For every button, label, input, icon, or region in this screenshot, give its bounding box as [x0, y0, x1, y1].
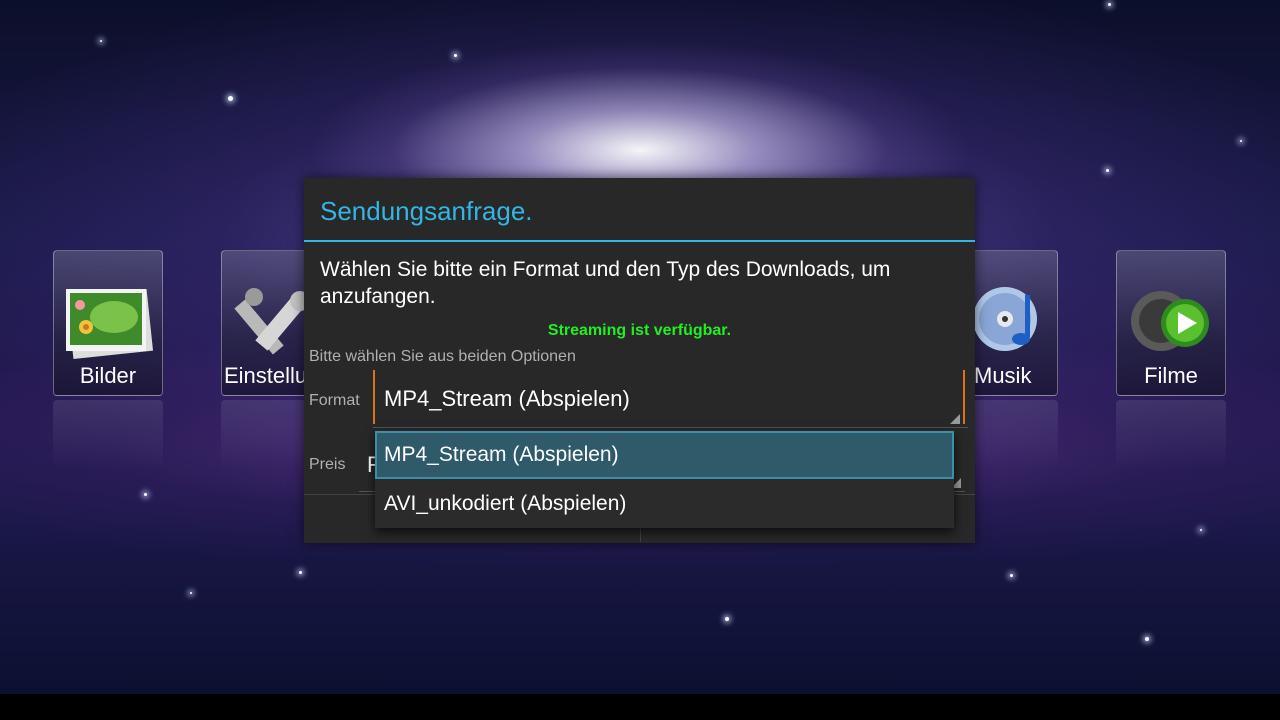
- format-label: Format: [309, 392, 360, 409]
- star-decoration: [144, 493, 147, 496]
- dialog-message: Wählen Sie bitte ein Format und den Typ …: [320, 258, 891, 308]
- format-spinner-value: MP4_Stream (Abspielen): [384, 386, 630, 411]
- spinner-focus-edge: [373, 370, 375, 424]
- spinner-focus-edge: [963, 370, 965, 424]
- star-decoration: [725, 617, 729, 621]
- star-decoration: [1106, 169, 1109, 172]
- tile-reflection: [1116, 400, 1226, 470]
- options-hint: Bitte wählen Sie aus beiden Optionen: [309, 348, 576, 365]
- preis-label: Preis: [309, 456, 346, 473]
- tile-bilder[interactable]: Bilder: [53, 250, 163, 396]
- tile-reflection: [53, 400, 163, 470]
- star-decoration: [1108, 3, 1111, 6]
- dropdown-option-avi-unkodiert[interactable]: AVI_unkodiert (Abspielen): [375, 480, 954, 528]
- system-bar: [0, 694, 1280, 720]
- title-divider: [304, 240, 975, 242]
- film-reel-icon: [1131, 291, 1209, 351]
- dropdown-option-mp4-stream[interactable]: MP4_Stream (Abspielen): [375, 431, 954, 479]
- star-decoration: [1200, 529, 1202, 531]
- star-decoration: [100, 40, 102, 42]
- star-decoration: [190, 592, 192, 594]
- dialog-title: Sendungsanfrage.: [320, 196, 533, 226]
- star-decoration: [1145, 637, 1149, 641]
- format-spinner[interactable]: MP4_Stream (Abspielen): [373, 368, 968, 428]
- star-decoration: [228, 96, 233, 101]
- star-decoration: [454, 54, 457, 57]
- tile-label-musik: Musik: [974, 363, 1032, 388]
- spinner-corner-icon: [950, 414, 960, 424]
- star-decoration: [299, 571, 302, 574]
- star-decoration: [1240, 140, 1242, 142]
- format-dropdown-list: MP4_Stream (Abspielen) AVI_unkodiert (Ab…: [375, 430, 954, 528]
- tile-filme[interactable]: Filme: [1116, 250, 1226, 396]
- photos-icon: [66, 288, 154, 360]
- streaming-status: Streaming ist verfügbar.: [547, 322, 732, 339]
- tile-label-bilder: Bilder: [79, 363, 137, 388]
- tile-label-filme: Filme: [1144, 363, 1198, 388]
- star-decoration: [1010, 574, 1013, 577]
